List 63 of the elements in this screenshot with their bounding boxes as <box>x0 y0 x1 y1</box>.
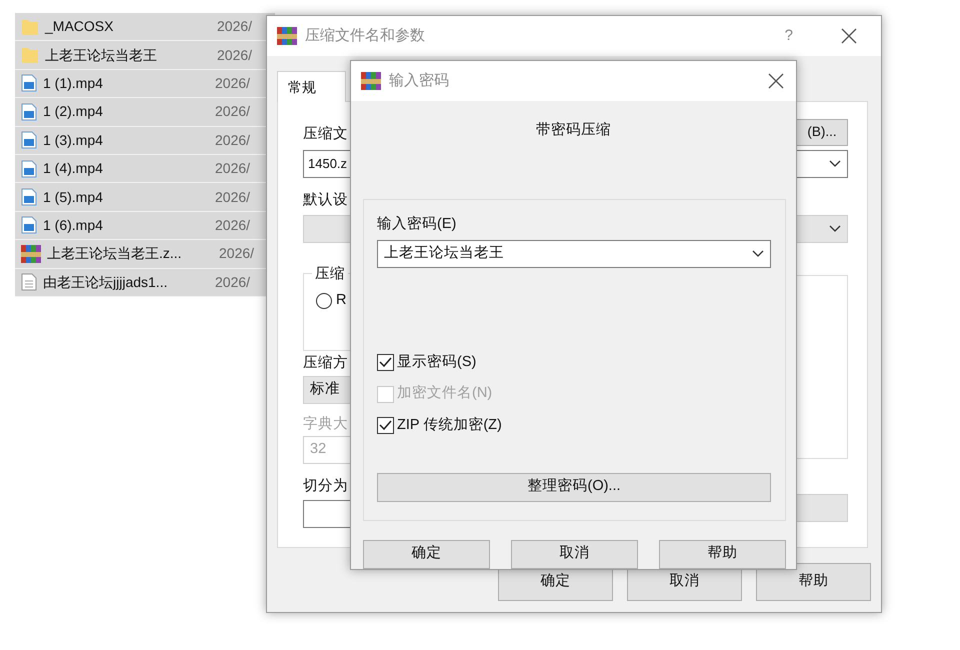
video-file-icon <box>21 74 37 92</box>
file-date: 2026/ <box>217 46 252 65</box>
text-file-icon <box>21 273 37 292</box>
file-date: 2026/ <box>215 188 250 207</box>
file-row[interactable]: _MACOSX 2026/ <box>15 13 275 42</box>
chevron-icon <box>829 224 841 233</box>
folder-icon <box>21 46 39 64</box>
file-date: 2026/ <box>215 216 250 235</box>
field-label: 字典大 <box>303 414 348 434</box>
manage-passwords-button[interactable]: 整理密码(O)... <box>377 472 771 502</box>
file-name: 上老王论坛当老王 <box>45 46 158 65</box>
tab[interactable]: 常规 <box>277 71 346 102</box>
password-field[interactable]: 上老王论坛当老王 <box>377 240 771 268</box>
check-icon <box>379 356 392 368</box>
app-icon <box>277 27 297 45</box>
radio-option[interactable]: R <box>316 290 542 312</box>
chevron-icon <box>752 250 764 258</box>
video-file-icon <box>21 102 37 121</box>
dialog-heading: 带密码压缩 <box>535 120 612 140</box>
video-file-icon <box>21 160 37 178</box>
field-label: 压缩文 <box>303 125 348 144</box>
file-date: 2026/ <box>219 244 254 264</box>
field-label: 切分为 <box>303 477 348 496</box>
video-file-icon <box>21 216 37 234</box>
file-date: 2026/ <box>215 130 250 150</box>
field-label: 默认设 <box>303 191 348 210</box>
checkbox-label[interactable]: 显示密码(S) <box>397 352 476 374</box>
app-icon <box>361 72 381 90</box>
dialog-button[interactable]: 确定 <box>363 540 490 569</box>
chevron-icon <box>829 160 841 168</box>
field-label: 输入密码(E) <box>377 214 456 234</box>
field-label: 压缩方 <box>303 354 348 373</box>
video-file-icon <box>21 188 37 206</box>
file-name: _MACOSX <box>45 17 114 36</box>
file-date: 2026/ <box>215 272 250 292</box>
window-title: 压缩文件名和参数 <box>305 26 425 46</box>
browse-button[interactable]: (B)... <box>796 119 848 146</box>
archive-icon <box>21 244 41 263</box>
file-name: 1 (6).mp4 <box>43 216 104 235</box>
check-icon <box>379 420 392 432</box>
file-name: 1 (2).mp4 <box>43 102 104 122</box>
dialog-button[interactable]: 取消 <box>511 540 638 569</box>
checkbox[interactable] <box>377 354 394 371</box>
dialog-button[interactable]: 帮助 <box>756 563 871 601</box>
file-date: 2026/ <box>215 159 250 178</box>
file-date: 2026/ <box>215 102 250 122</box>
video-file-icon <box>21 131 37 150</box>
close-icon[interactable] <box>841 28 857 44</box>
window-title: 输入密码 <box>389 70 449 91</box>
checkbox[interactable] <box>377 417 394 434</box>
file-name: 由老王论坛jjjjads1... <box>43 272 168 292</box>
file-name: 1 (4).mp4 <box>43 159 104 178</box>
file-name: 1 (3).mp4 <box>43 130 104 150</box>
file-name: 上老王论坛当老王.z... <box>47 244 183 264</box>
file-name: 1 (1).mp4 <box>43 74 104 93</box>
close-icon[interactable] <box>768 73 784 89</box>
dialog-button[interactable]: 帮助 <box>659 540 786 569</box>
file-name: 1 (5).mp4 <box>43 188 104 207</box>
folder-icon <box>21 18 39 36</box>
file-date: 2026/ <box>215 74 250 93</box>
file-date: 2026/ <box>217 17 252 36</box>
checkbox-label[interactable]: ZIP 传统加密(Z) <box>397 415 502 437</box>
checkbox-label: 加密文件名(N) <box>397 384 492 404</box>
